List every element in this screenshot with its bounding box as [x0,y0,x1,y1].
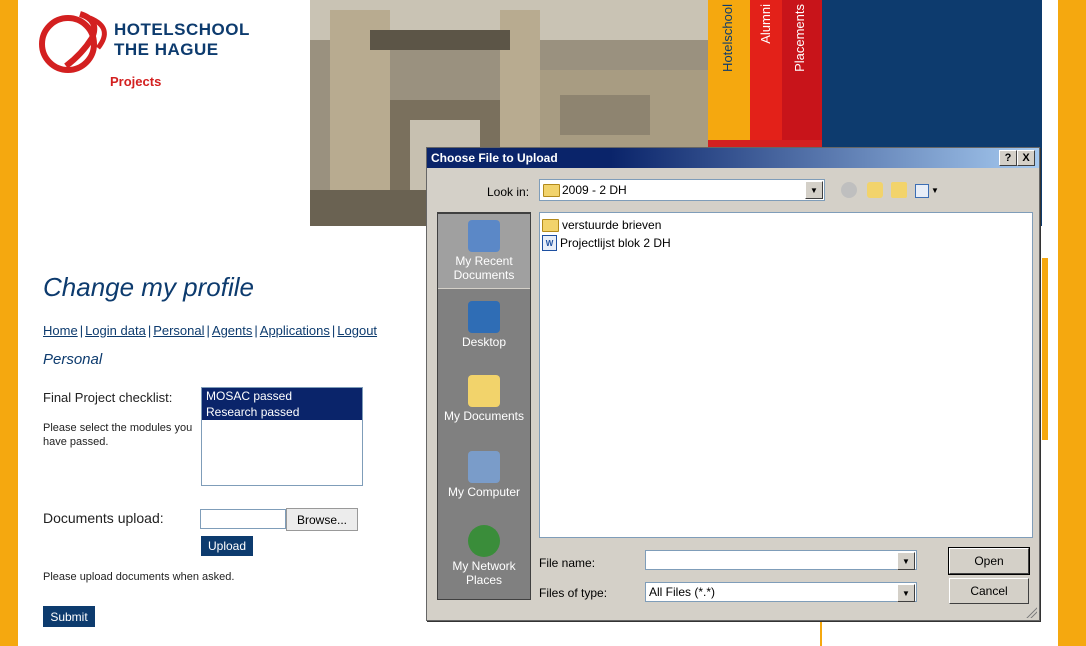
file-name-label: File name: [539,556,596,570]
logo-line-1: HOTELSCHOOL [114,20,250,39]
tab-placements[interactable]: Placements [782,0,822,140]
dialog-title: Choose File to Upload [431,151,558,165]
cancel-button[interactable]: Cancel [949,578,1029,604]
checklist-item-mosac[interactable]: MOSAC passed [202,388,362,404]
tab-alumni[interactable]: Alumni [750,0,782,140]
open-button[interactable]: Open [948,547,1030,575]
resize-grip-icon[interactable] [1025,606,1037,618]
chevron-down-icon[interactable]: ▼ [805,181,823,199]
nav-login-data[interactable]: Login data [85,323,146,338]
recent-documents-icon [468,220,500,252]
place-my-documents[interactable]: My Documents [438,369,530,443]
word-document-icon: W [542,235,557,251]
list-item-document[interactable]: W Projectlijst blok 2 DH [542,235,671,251]
chevron-down-icon[interactable]: ▼ [897,584,915,602]
place-label: Desktop [461,335,507,349]
views-icon[interactable] [915,184,929,198]
checklist-label: Final Project checklist: [43,390,173,405]
upload-button[interactable]: Upload [201,536,253,556]
help-button[interactable]: ? [999,150,1017,166]
look-in-combo[interactable]: 2009 - 2 DH ▼ [539,179,825,201]
checklist-listbox[interactable]: MOSAC passed Research passed [201,387,363,486]
checklist-item-research[interactable]: Research passed [202,404,362,420]
files-of-type-value: All Files (*.*) [649,585,716,599]
close-button[interactable]: X [1017,150,1035,166]
tab-hotelschool-label: Hotelschool [720,4,735,72]
logo-mark-icon [39,11,107,73]
right-accent-stripe [1042,258,1048,440]
upload-label: Documents upload: [43,510,164,526]
left-accent-bar [0,0,18,646]
browse-button[interactable]: Browse... [286,508,358,531]
folder-icon [543,184,560,197]
nav-personal[interactable]: Personal [153,323,204,338]
list-item-folder[interactable]: verstuurde brieven [542,218,661,232]
submit-button[interactable]: Submit [43,606,95,627]
checklist-help: Please select the modules you have passe… [43,422,193,448]
file-list[interactable]: verstuurde brieven W Projectlijst blok 2… [539,212,1033,538]
places-bar: My Recent Documents Desktop My Documents… [437,212,531,600]
file-name: verstuurde brieven [562,218,662,232]
files-of-type-label: Files of type: [539,586,608,600]
tab-alumni-label: Alumni [758,4,773,44]
files-of-type-select[interactable]: All Files (*.*) ▼ [645,582,917,602]
right-accent-bar [1058,0,1086,646]
logo-line-2: THE HAGUE [114,40,219,59]
views-dropdown-icon[interactable]: ▼ [931,186,939,195]
place-my-network-places[interactable]: My Network Places [438,519,530,593]
dialog-title-bar[interactable]: Choose File to Upload ? X [427,148,1039,168]
look-in-label: Look in: [487,185,530,199]
place-label: My Computer [447,485,521,499]
up-folder-icon[interactable] [867,182,883,198]
desktop-icon [468,301,500,333]
nav-applications[interactable]: Applications [260,323,330,338]
file-path-input[interactable] [200,509,286,529]
place-label: My Network Places [452,559,516,587]
tab-placements-label: Placements [792,4,807,72]
section-title: Personal [43,351,103,368]
page-title: Change my profile [43,272,254,302]
file-name: Projectlijst blok 2 DH [560,236,671,250]
look-in-value: 2009 - 2 DH [562,183,627,197]
chevron-down-icon[interactable]: ▼ [897,552,915,570]
place-my-recent-documents[interactable]: My Recent Documents [438,213,530,289]
nav-home[interactable]: Home [43,323,78,338]
logo-subtitle: Projects [110,74,162,89]
upload-note: Please upload documents when asked. [43,571,235,583]
profile-nav: Home | Login data | Personal | Agents | Applicat… [43,323,378,338]
tab-hotelschool[interactable]: Hotelschool [708,0,750,140]
back-icon[interactable] [841,182,857,198]
nav-logout[interactable]: Logout [337,323,377,338]
network-places-icon [468,525,500,557]
file-name-input[interactable]: ▼ [645,550,917,570]
place-label: My Recent Documents [453,254,515,282]
my-documents-icon [468,375,500,407]
new-folder-icon[interactable] [891,182,907,198]
place-label: My Documents [443,409,525,423]
file-upload-dialog: Choose File to Upload ? X Look in: 2009 … [426,147,1040,621]
nav-agents[interactable]: Agents [212,323,252,338]
place-my-computer[interactable]: My Computer [438,445,530,519]
place-desktop[interactable]: Desktop [438,295,530,369]
folder-icon [542,218,559,232]
my-computer-icon [468,451,500,483]
